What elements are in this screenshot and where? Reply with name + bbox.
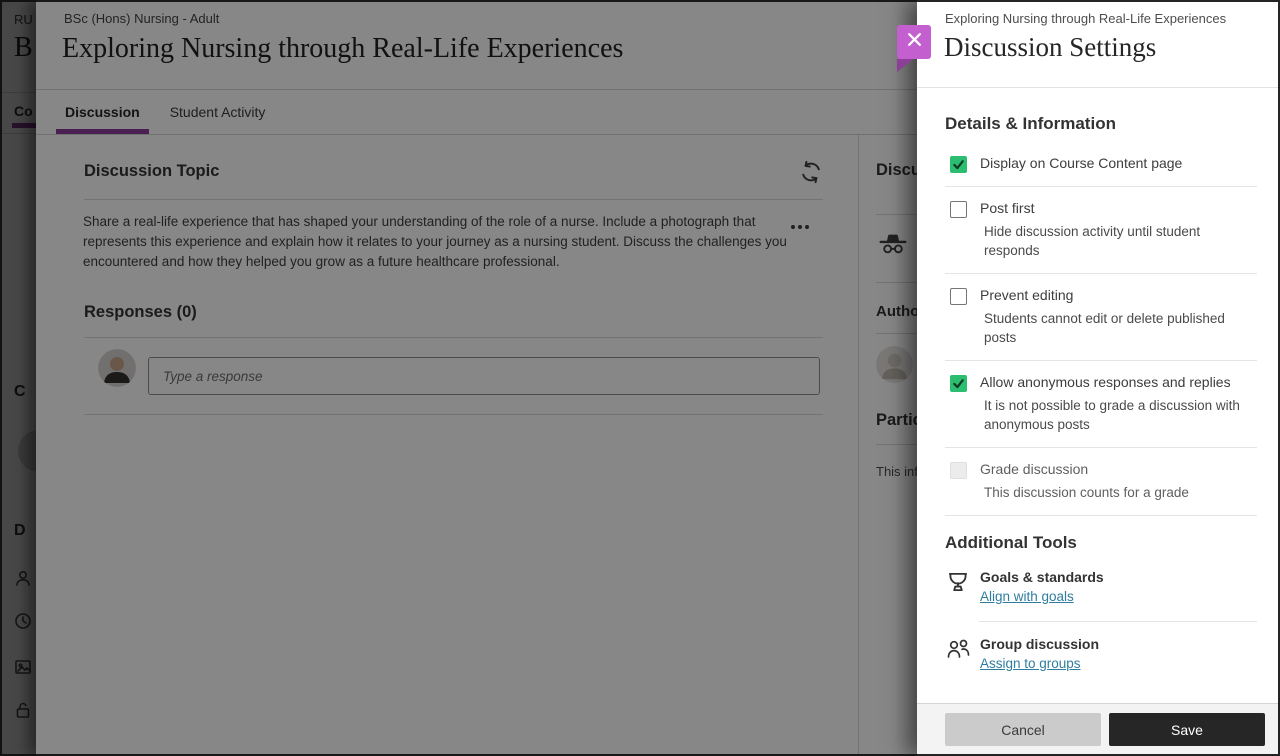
option-grade-discussion: Grade discussion This discussion counts … <box>945 448 1257 516</box>
group-icon <box>945 636 971 664</box>
checkbox-display-on-course-content[interactable] <box>950 156 967 173</box>
option-description: This discussion counts for a grade <box>980 483 1256 502</box>
tool-goals-standards: Goals & standards Align with goals <box>945 559 1257 621</box>
panel-body: Details & Information Display on Course … <box>917 88 1280 703</box>
checkbox-prevent-editing[interactable] <box>950 288 967 305</box>
option-label: Display on Course Content page <box>980 155 1256 171</box>
option-description: Hide discussion activity until student r… <box>980 222 1256 260</box>
option-label: Grade discussion <box>980 461 1256 477</box>
panel-footer: Cancel Save <box>917 703 1280 756</box>
option-prevent-editing: Prevent editing Students cannot edit or … <box>945 274 1257 361</box>
screen: RU B Co C D BSc (Hons) Nursing - Adult E… <box>0 0 1280 756</box>
option-label: Prevent editing <box>980 287 1256 303</box>
checkbox-grade-discussion <box>950 462 967 479</box>
option-description: Students cannot edit or delete published… <box>980 309 1256 347</box>
goals-icon <box>945 569 971 597</box>
tool-label: Goals & standards <box>980 569 1104 585</box>
close-icon <box>907 32 922 52</box>
close-button-tail <box>897 59 914 72</box>
tool-group-discussion: Group discussion Assign to groups <box>945 622 1257 673</box>
options-list: Display on Course Content page Post firs… <box>945 142 1257 516</box>
save-button[interactable]: Save <box>1109 713 1265 746</box>
details-information-heading: Details & Information <box>945 114 1257 134</box>
discussion-settings-panel: Exploring Nursing through Real-Life Expe… <box>917 0 1280 756</box>
close-panel-button[interactable] <box>897 25 931 59</box>
panel-title: Discussion Settings <box>944 32 1156 63</box>
additional-tools-heading: Additional Tools <box>945 533 1257 553</box>
dim-overlay-modal <box>0 0 917 756</box>
option-label: Allow anonymous responses and replies <box>980 374 1256 390</box>
tool-label: Group discussion <box>980 636 1099 652</box>
tools-list: Goals & standards Align with goals <box>945 559 1257 673</box>
checkbox-post-first[interactable] <box>950 201 967 218</box>
option-label: Post first <box>980 200 1256 216</box>
option-display-on-course-content: Display on Course Content page <box>945 142 1257 187</box>
option-post-first: Post first Hide discussion activity unti… <box>945 187 1257 274</box>
checkbox-allow-anonymous[interactable] <box>950 375 967 392</box>
assign-to-groups-link[interactable]: Assign to groups <box>980 656 1081 671</box>
panel-context-title: Exploring Nursing through Real-Life Expe… <box>945 11 1226 26</box>
align-with-goals-link[interactable]: Align with goals <box>980 589 1074 604</box>
option-allow-anonymous: Allow anonymous responses and replies It… <box>945 361 1257 448</box>
option-description: It is not possible to grade a discussion… <box>980 396 1256 434</box>
cancel-button[interactable]: Cancel <box>945 713 1101 746</box>
